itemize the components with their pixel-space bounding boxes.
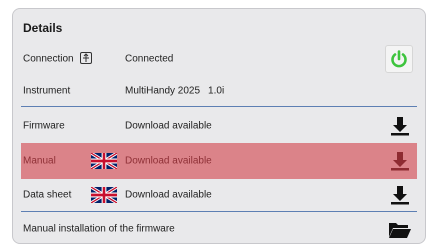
power-icon — [391, 50, 407, 68]
manual-installation-label: Manual installation of the firmware — [23, 223, 175, 235]
datasheet-row: Data sheet Download available — [13, 180, 425, 210]
uk-flag-icon — [91, 187, 117, 203]
firmware-label: Firmware — [23, 120, 65, 132]
separator — [21, 211, 417, 212]
download-icon — [391, 117, 409, 136]
uk-flag-icon — [91, 153, 117, 169]
firmware-download-button[interactable] — [387, 113, 413, 139]
instrument-model: MultiHandy 2025 — [125, 85, 201, 97]
download-icon — [391, 152, 409, 171]
instrument-row: Instrument MultiHandy 2025 1.0i — [13, 76, 425, 106]
power-button[interactable] — [385, 45, 413, 73]
open-folder-button[interactable] — [387, 216, 413, 242]
details-panel: Details Connection Connected Instrument … — [12, 8, 426, 244]
manual-status: Download available — [125, 155, 212, 167]
manual-row[interactable]: Manual Download available — [21, 143, 417, 179]
folder-open-icon — [389, 223, 411, 238]
separator — [21, 106, 417, 107]
datasheet-status: Download available — [125, 189, 212, 201]
connection-label: Connection — [23, 53, 74, 65]
download-icon — [391, 186, 409, 205]
firmware-row: Firmware Download available — [13, 111, 425, 141]
usb-plug-icon — [80, 52, 93, 64]
instrument-version: 1.0i — [208, 85, 225, 97]
firmware-status: Download available — [125, 120, 212, 132]
connection-label-group: Connection — [23, 52, 93, 65]
panel-title: Details — [23, 21, 63, 35]
manual-installation-row: Manual installation of the firmware — [13, 214, 425, 243]
manual-label: Manual — [23, 155, 56, 167]
datasheet-label: Data sheet — [23, 189, 72, 201]
instrument-label: Instrument — [23, 85, 71, 97]
connection-row: Connection Connected — [13, 44, 425, 74]
instrument-value-group: MultiHandy 2025 1.0i — [125, 86, 224, 97]
manual-download-button[interactable] — [387, 148, 413, 174]
datasheet-download-button[interactable] — [387, 182, 413, 208]
connection-status: Connected — [125, 53, 174, 65]
